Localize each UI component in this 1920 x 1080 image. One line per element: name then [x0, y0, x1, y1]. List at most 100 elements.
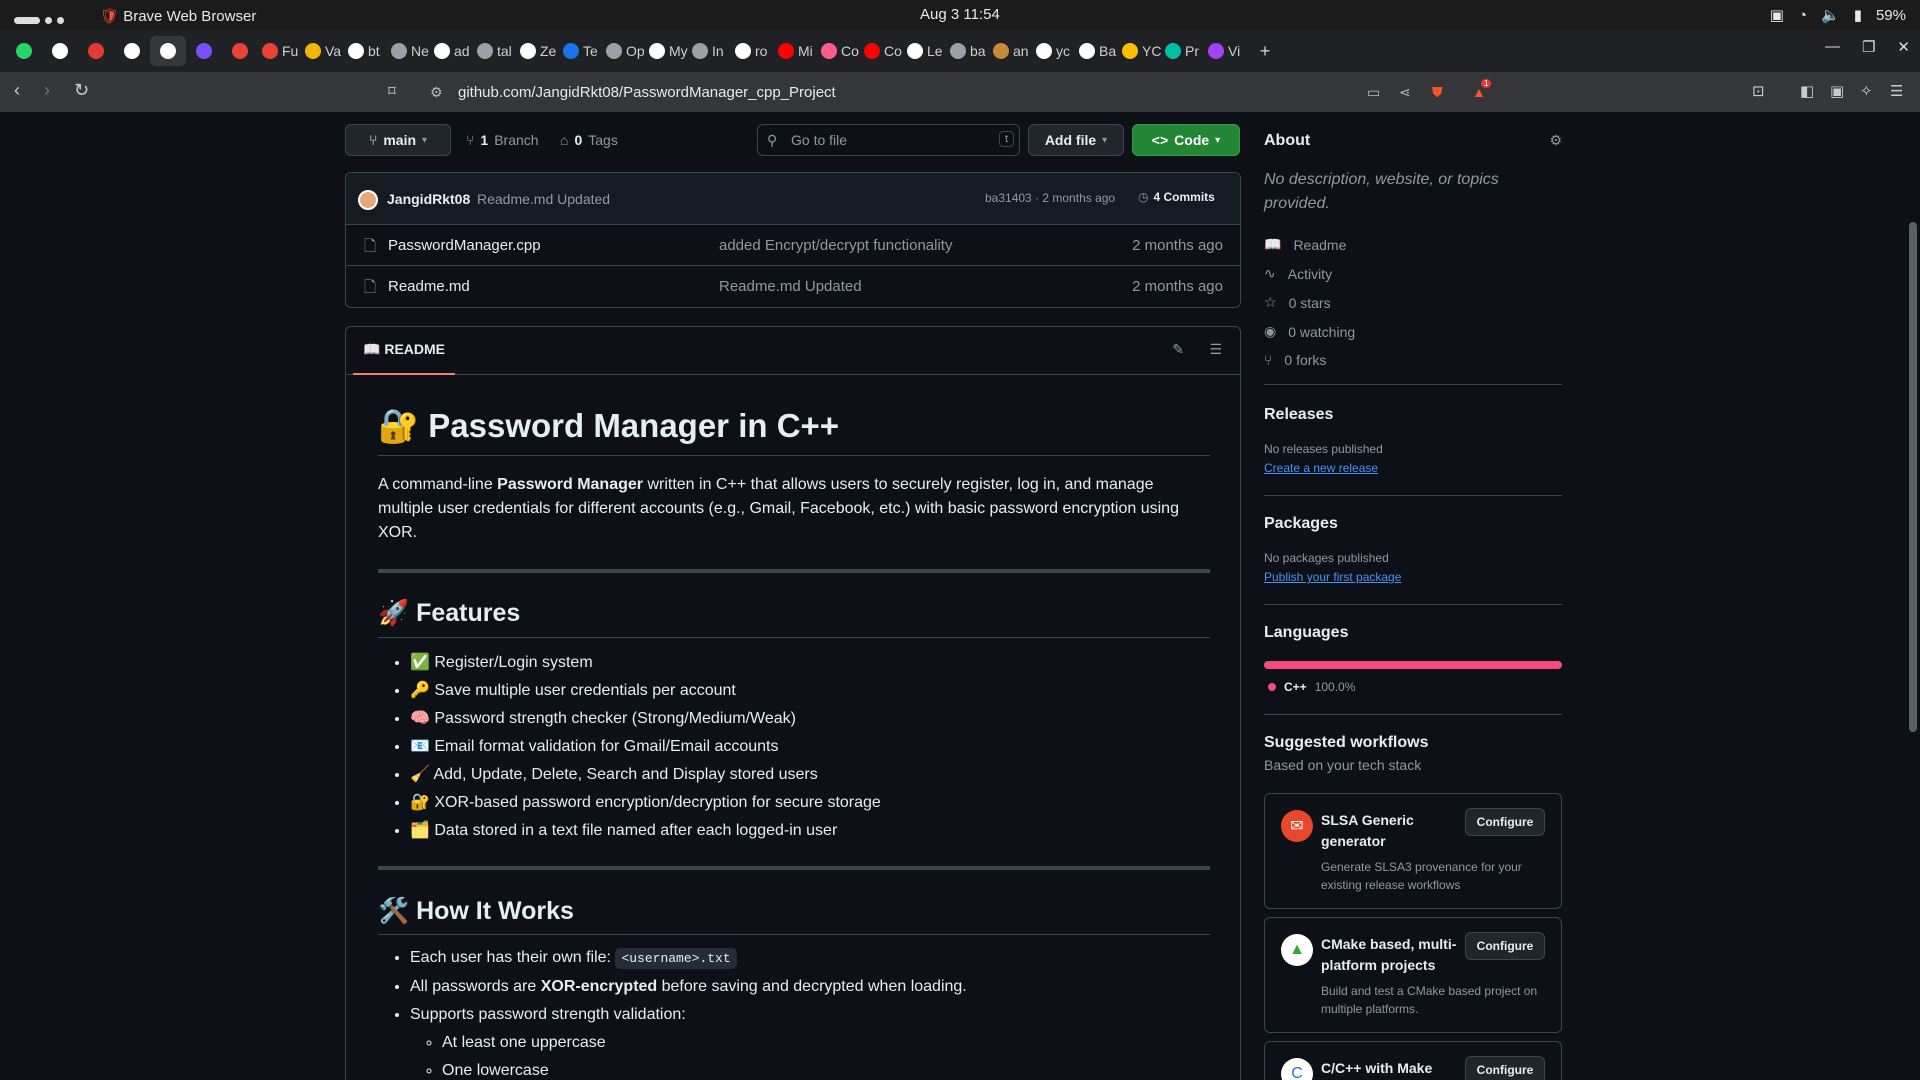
- publish-package-link[interactable]: Publish your first package: [1264, 570, 1401, 584]
- bookmark-icon[interactable]: ⌑: [388, 82, 396, 100]
- minimize-icon[interactable]: —: [1825, 38, 1840, 56]
- activity-link[interactable]: ∿ Activity: [1264, 265, 1332, 282]
- system-tray[interactable]: ▣ ◔ 🔈 ▮ 59%: [1770, 6, 1906, 25]
- browser-tab[interactable]: ro: [731, 36, 774, 66]
- commit-meta[interactable]: ba31403 · 2 months ago: [985, 191, 1115, 205]
- back-icon[interactable]: ‹: [14, 80, 20, 101]
- browser-tab[interactable]: My: [645, 36, 688, 66]
- battery-icon[interactable]: ▮: [1854, 6, 1862, 24]
- file-commit-message[interactable]: added Encrypt/decrypt functionality: [719, 237, 952, 254]
- wifi-icon[interactable]: ◔: [1798, 7, 1807, 24]
- menu-icon[interactable]: ☰: [1890, 82, 1903, 100]
- browser-tab[interactable]: tal: [473, 36, 516, 66]
- features-title: 🚀 Features: [378, 599, 521, 627]
- browser-tab[interactable]: In: [688, 36, 731, 66]
- reload-icon[interactable]: ↻: [74, 80, 89, 101]
- commit-message[interactable]: Readme.md Updated: [477, 191, 610, 207]
- browser-tab[interactable]: YC: [1118, 36, 1161, 66]
- browser-tab[interactable]: Fu: [258, 36, 301, 66]
- branch-selector[interactable]: ⑂ main ▾: [345, 124, 451, 156]
- browser-tab[interactable]: Mi: [774, 36, 817, 66]
- configure-button[interactable]: Configure: [1465, 1056, 1545, 1080]
- clock[interactable]: Aug 3 11:54: [920, 6, 1000, 23]
- browser-tab[interactable]: Ba: [1075, 36, 1118, 66]
- add-file-button[interactable]: Add file ▾: [1028, 124, 1124, 156]
- browser-tab[interactable]: Co: [860, 36, 903, 66]
- browser-tab[interactable]: Le: [903, 36, 946, 66]
- browser-tab[interactable]: ad: [430, 36, 473, 66]
- browser-tab[interactable]: Vi: [1204, 36, 1247, 66]
- browser-tab[interactable]: [150, 36, 186, 66]
- tab-strip: Fu Va bt Ne ad tal Ze Te Op My In ro Mi Co Co Le ba an yc B…: [0, 30, 1920, 72]
- volume-icon[interactable]: 🔈: [1821, 6, 1840, 24]
- browser-tab[interactable]: Pr: [1161, 36, 1204, 66]
- file-commit-message[interactable]: Readme.md Updated: [719, 278, 862, 295]
- gear-icon[interactable]: ⚙: [1549, 132, 1562, 149]
- tab-label: an: [1013, 43, 1029, 59]
- watching-link[interactable]: ◉ 0 watching: [1264, 323, 1355, 340]
- brave-shields-icon[interactable]: ⛊: [1432, 84, 1443, 101]
- browser-tab[interactable]: Ne: [387, 36, 430, 66]
- browser-tab[interactable]: [78, 36, 114, 66]
- file-row[interactable]: 🗋 Readme.md Readme.md Updated 2 months ago: [346, 266, 1240, 307]
- github-icon: [520, 43, 536, 59]
- sidebar-toggle-icon[interactable]: ◧: [1800, 82, 1814, 100]
- browser-tab[interactable]: [222, 36, 258, 66]
- packages-title[interactable]: Packages: [1264, 515, 1338, 533]
- language-item[interactable]: C++ 100.0%: [1268, 680, 1355, 694]
- scrollbar-thumb[interactable]: [1909, 222, 1917, 732]
- outline-icon[interactable]: ☰: [1209, 341, 1222, 358]
- tab-label: ro: [755, 43, 768, 59]
- browser-tab[interactable]: Va: [301, 36, 344, 66]
- releases-title[interactable]: Releases: [1264, 406, 1333, 424]
- browser-tab[interactable]: bt: [344, 36, 387, 66]
- configure-button[interactable]: Configure: [1465, 808, 1545, 836]
- tags-link[interactable]: ⌂ 0 Tags: [560, 132, 618, 148]
- browser-tab[interactable]: [114, 36, 150, 66]
- workspace-indicator[interactable]: [14, 11, 69, 28]
- tab-label: Ne: [411, 43, 429, 59]
- browser-tab[interactable]: Te: [559, 36, 602, 66]
- stars-link[interactable]: ☆ 0 stars: [1264, 294, 1331, 311]
- share-icon[interactable]: ⋖: [1399, 84, 1411, 101]
- forward-icon[interactable]: ›: [44, 80, 50, 101]
- commits-link[interactable]: ◷ 4 Commits: [1138, 190, 1215, 204]
- browser-tab[interactable]: ba: [946, 36, 989, 66]
- new-tab-icon[interactable]: +: [1247, 36, 1283, 66]
- readme-tab[interactable]: 📖 README: [353, 327, 455, 375]
- browser-tab[interactable]: an: [989, 36, 1032, 66]
- history-icon: ◷: [1138, 190, 1149, 204]
- browser-tab[interactable]: [186, 36, 222, 66]
- site-info-icon[interactable]: ⚙: [430, 84, 443, 101]
- wallet-icon[interactable]: ▣: [1830, 82, 1844, 100]
- cast-icon[interactable]: ▭: [1367, 84, 1380, 101]
- file-name[interactable]: PasswordManager.cpp: [388, 237, 541, 254]
- forks-link[interactable]: ⑂ 0 forks: [1264, 352, 1326, 368]
- create-release-link[interactable]: Create a new release: [1264, 461, 1378, 475]
- browser-tab[interactable]: yc: [1032, 36, 1075, 66]
- page-scrollbar[interactable]: [1906, 112, 1920, 1080]
- avatar[interactable]: [358, 190, 378, 210]
- restore-icon[interactable]: ❐: [1862, 38, 1875, 56]
- clipboard-icon[interactable]: ▣: [1770, 6, 1784, 24]
- leo-ai-icon[interactable]: ✧: [1860, 82, 1873, 100]
- intro-pre: A command-line: [378, 476, 498, 493]
- screenshot-icon[interactable]: ⊡: [1752, 82, 1765, 100]
- code-button[interactable]: <> Code ▾: [1132, 124, 1240, 156]
- file-name[interactable]: Readme.md: [388, 278, 470, 295]
- configure-button[interactable]: Configure: [1465, 932, 1545, 960]
- url-text[interactable]: github.com/JangidRkt08/PasswordManager_c…: [458, 84, 836, 101]
- file-row[interactable]: 🗋 PasswordManager.cpp added Encrypt/decryp…: [346, 225, 1240, 266]
- browser-tab[interactable]: Ze: [516, 36, 559, 66]
- browser-tab[interactable]: Co: [817, 36, 860, 66]
- go-to-file-input[interactable]: ⚲ Go to file t: [757, 124, 1020, 156]
- browser-tab[interactable]: Op: [602, 36, 645, 66]
- readme-link[interactable]: 📖 Readme: [1264, 236, 1346, 253]
- edit-icon[interactable]: ✎: [1172, 341, 1184, 358]
- commit-author[interactable]: JangidRkt08: [387, 191, 470, 207]
- browser-tab[interactable]: [42, 36, 78, 66]
- browser-tab[interactable]: [6, 36, 42, 66]
- address-bar[interactable]: ⚙ github.com/JangidRkt08/PasswordManager…: [412, 77, 1507, 107]
- close-icon[interactable]: ✕: [1897, 38, 1910, 56]
- branches-link[interactable]: ⑂ 1 Branch: [466, 132, 539, 148]
